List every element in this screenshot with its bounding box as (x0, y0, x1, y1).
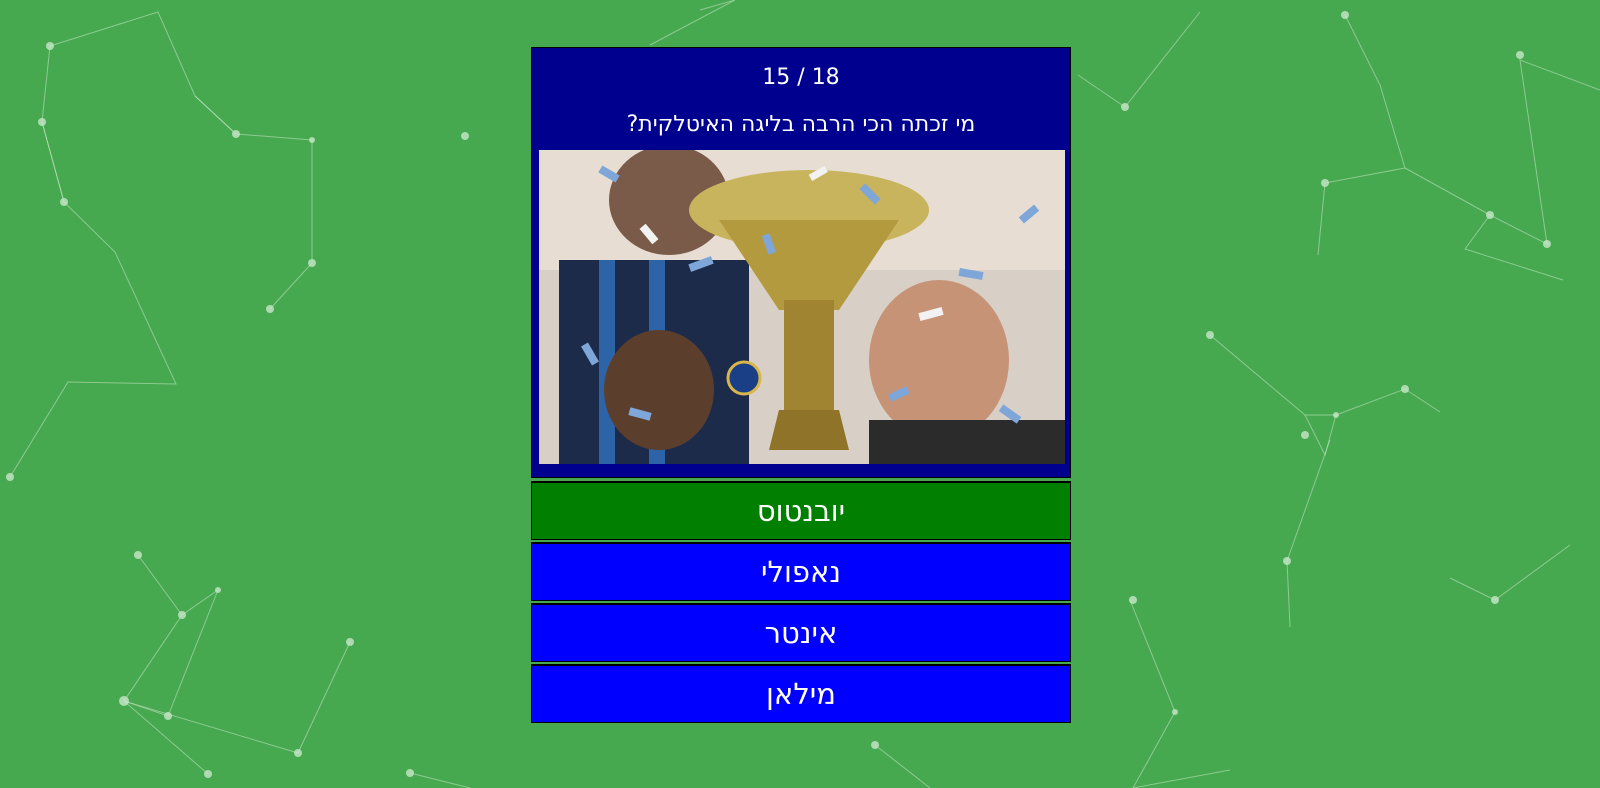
answer-option-4[interactable]: מילאן (531, 664, 1071, 723)
answer-option-3[interactable]: אינטר (531, 603, 1071, 662)
question-panel: 15 / 18 מי זכתה הכי הרבה בליגה האיטלקית? (531, 47, 1071, 478)
quiz-card: 15 / 18 מי זכתה הכי הרבה בליגה האיטלקית? (531, 47, 1071, 725)
answers-list: יובנטוס נאפולי אינטר מילאן (531, 481, 1071, 723)
question-text: מי זכתה הכי הרבה בליגה האיטלקית? (626, 112, 976, 137)
trophy-celebration-photo (539, 150, 1065, 464)
answer-option-2[interactable]: נאפולי (531, 542, 1071, 601)
answer-option-1[interactable]: יובנטוס (531, 481, 1071, 540)
question-counter: 15 / 18 (762, 65, 840, 90)
